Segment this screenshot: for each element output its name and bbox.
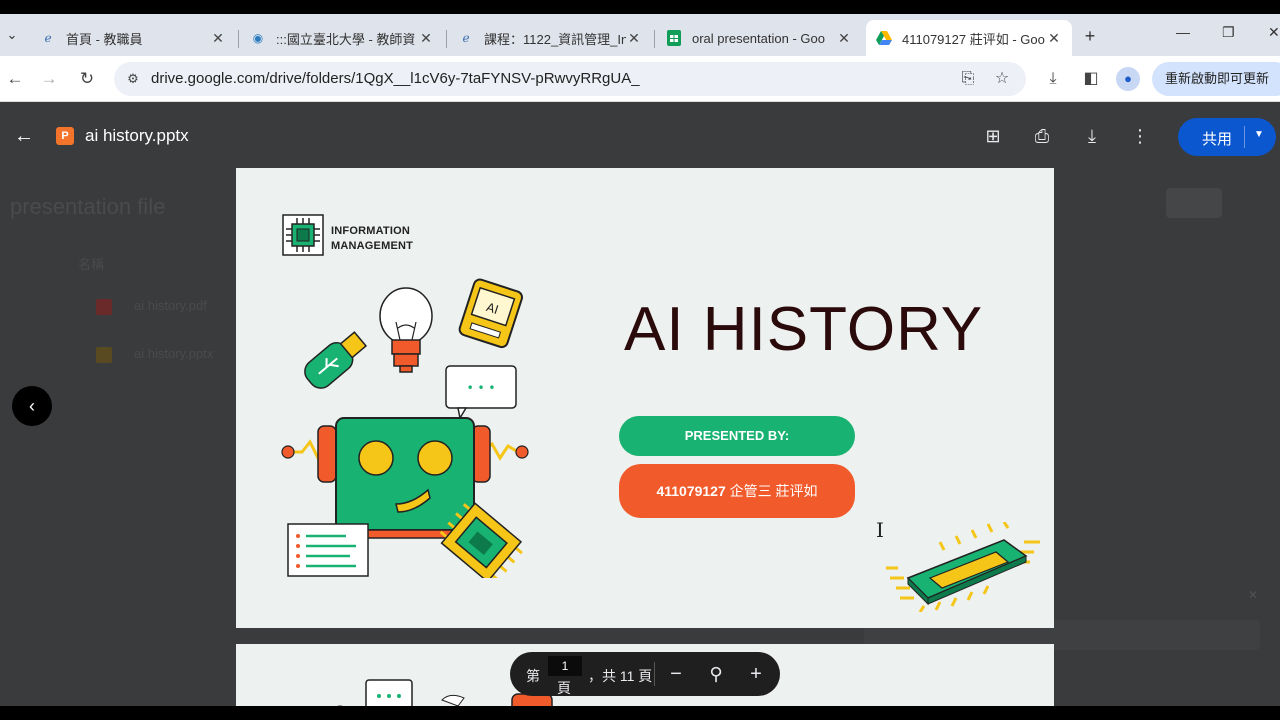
close-icon[interactable]: ✕ (836, 30, 852, 47)
drive-icon (876, 30, 892, 46)
tab-separator (654, 30, 655, 48)
pptx-file-icon (96, 346, 112, 363)
side-panel-icon[interactable]: ◧ (1080, 68, 1102, 90)
chip-logo-icon (282, 214, 324, 256)
zoom-out-button[interactable]: − (664, 662, 688, 686)
sheets-icon (666, 30, 682, 46)
tab-separator (446, 30, 447, 48)
e-learning-icon: ℯ (462, 31, 470, 45)
brand-line-1: INFORMATION (331, 225, 410, 237)
presenter-name: 企管三 莊评如 (725, 483, 818, 499)
drive-file-viewer: presentation file 名稱 ai history.pdf ai h… (0, 102, 1280, 706)
powerpoint-file-icon: P (56, 127, 74, 145)
brand-text: INFORMATION MANAGEMENT (331, 224, 413, 254)
restore-icon[interactable]: ❐ (1222, 24, 1235, 41)
tab-search-chevron-icon[interactable]: ⌄ (0, 22, 24, 48)
close-icon[interactable]: ✕ (626, 30, 642, 47)
tab-label: :::國立臺北大學 - 教師資 (276, 31, 416, 47)
url-text[interactable]: drive.google.com/drive/folders/1QgX__l1c… (151, 70, 640, 87)
document-card-icon (287, 523, 369, 577)
previous-file-chevron-icon[interactable]: ‹ (12, 386, 52, 426)
pdf-file-icon (96, 298, 112, 315)
zoom-magnifier-icon[interactable]: ⚲ (704, 662, 728, 686)
screen: ⌄ ℯ 首頁 - 教職員 ✕ ◉ :::國立臺北大學 - 教師資 ✕ ℯ 課程：… (0, 0, 1280, 720)
add-comment-icon[interactable]: ⊞ (981, 124, 1005, 148)
speech-dots: • • • (467, 381, 496, 395)
tab-label: 首頁 - 教職員 (66, 31, 143, 47)
forward-arrow-icon[interactable]: → (38, 68, 60, 90)
speech-bubble-icon: • • • (445, 365, 517, 421)
tab-label: 411079127 莊评如 - Goo (902, 31, 1045, 47)
e-learning-icon: ℯ (44, 31, 52, 45)
background-file-row: ai history.pptx (96, 346, 213, 363)
browser-toolbar: ← → ↻ ⚙ drive.google.com/drive/folders/1… (0, 56, 1280, 102)
tab-separator (238, 30, 239, 48)
presenter-pill: 411079127 企管三 莊评如 (619, 464, 855, 518)
brand-line-2: MANAGEMENT (331, 240, 414, 252)
more-options-icon[interactable]: ⋮ (1128, 124, 1152, 148)
close-icon[interactable]: ✕ (418, 30, 434, 47)
tab-label: 課程：1122_資訊管理_In (484, 31, 626, 47)
background-folder-title: presentation file (10, 194, 166, 219)
zoom-in-button[interactable]: + (744, 662, 768, 686)
slide-title: AI HISTORY (624, 295, 984, 364)
background-file-row: ai history.pdf (96, 298, 207, 315)
caret-down-icon[interactable]: ▼ (1254, 129, 1264, 140)
tab-label: oral presentation - Goo (692, 30, 825, 46)
site-settings-icon[interactable]: ⚙ (124, 70, 142, 88)
background-close-icon: ✕ (1248, 588, 1259, 602)
tab-oral-presentation[interactable]: oral presentation - Goo ✕ (656, 20, 862, 56)
share-button[interactable]: 共用 ▼ (1178, 118, 1276, 156)
share-label: 共用 (1202, 131, 1233, 148)
page-unit: 頁 (557, 680, 571, 696)
share-divider (1244, 126, 1245, 148)
text-cursor-icon: I (876, 518, 884, 542)
slide-1: INFORMATION MANAGEMENT AI HISTORY PRESEN… (236, 168, 1054, 628)
restart-to-update-button[interactable]: 重新啟動即可更新 (1152, 62, 1280, 96)
background-view-toggle (1166, 188, 1222, 218)
browser-tab-bar: ⌄ ℯ 首頁 - 教職員 ✕ ◉ :::國立臺北大學 - 教師資 ✕ ℯ 課程：… (0, 14, 1280, 56)
page-number-input[interactable]: 1 (548, 656, 582, 676)
reload-icon[interactable]: ↻ (76, 68, 98, 90)
usb-drive-icon (304, 331, 368, 389)
background-file-name: ai history.pdf (134, 298, 207, 313)
ai-chip-card-icon: AI (458, 278, 523, 349)
ntpu-icon: ◉ (252, 31, 264, 45)
install-app-icon[interactable]: ⎘ (958, 69, 978, 89)
tab-drive-active[interactable]: 411079127 莊评如 - Goo ✕ (866, 20, 1072, 56)
downloads-icon[interactable]: ⤓ (1042, 68, 1064, 90)
tab-course[interactable]: ℯ 課程：1122_資訊管理_In ✕ (448, 20, 652, 56)
close-icon[interactable]: ✕ (1046, 30, 1062, 47)
presented-by-pill: PRESENTED BY: (619, 416, 855, 456)
viewer-file-name: ai history.pptx (85, 126, 189, 145)
profile-avatar-icon[interactable]: ● (1116, 67, 1140, 91)
viewer-back-arrow-icon[interactable]: ← (12, 124, 36, 148)
tab-ntpu[interactable]: ◉ :::國立臺北大學 - 教師資 ✕ (240, 20, 444, 56)
print-icon[interactable]: ⎙ (1030, 124, 1054, 148)
page-navigation-bar: 第 1 頁 ，共 11 頁 − ⚲ + (510, 652, 780, 696)
presenter-id: 411079127 (656, 483, 726, 499)
window-close-icon[interactable]: ✕ (1268, 24, 1280, 41)
close-icon[interactable]: ✕ (210, 30, 226, 47)
bottom-black-strip (0, 706, 1280, 720)
page-prefix: 第 (526, 668, 540, 684)
download-icon[interactable]: ⤓ (1080, 124, 1104, 148)
background-column-header: 名稱 (78, 257, 105, 272)
back-arrow-icon[interactable]: ← (4, 68, 26, 90)
lightbulb-icon (379, 287, 433, 373)
address-bar[interactable]: ⚙ drive.google.com/drive/folders/1QgX__l… (114, 62, 1026, 96)
background-file-name: ai history.pptx (134, 346, 214, 361)
minimize-icon[interactable]: — (1176, 24, 1190, 40)
robot-illustration: AI • • • (281, 278, 529, 578)
bookmark-star-icon[interactable]: ☆ (992, 69, 1012, 89)
large-chip-icon (886, 522, 1040, 612)
top-black-strip (0, 0, 1280, 14)
new-tab-button[interactable]: + (1080, 26, 1100, 46)
page-total: ，共 11 頁 (588, 668, 653, 684)
pager-divider (654, 662, 655, 686)
tab-home-staff[interactable]: ℯ 首頁 - 教職員 ✕ (30, 20, 236, 56)
